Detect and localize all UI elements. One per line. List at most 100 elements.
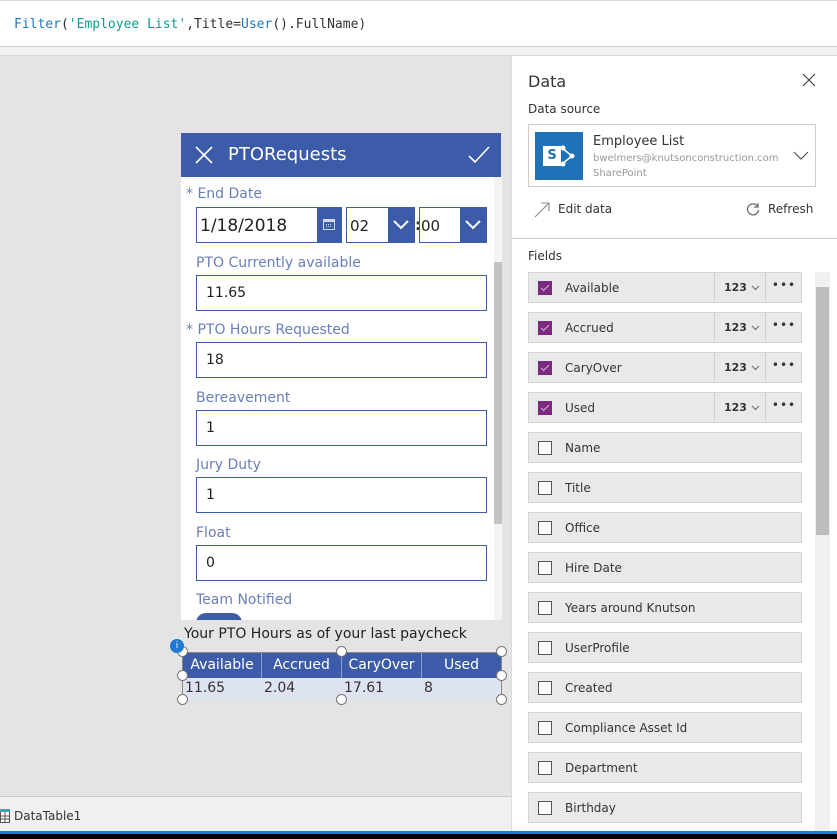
field-item[interactable]: Birthday: [528, 792, 802, 823]
field-item[interactable]: Compliance Asset Id: [528, 712, 802, 743]
column-header[interactable]: Used: [422, 653, 501, 678]
field-type-dropdown[interactable]: 123: [714, 313, 765, 342]
field-item[interactable]: Accrued 123 •••: [528, 312, 802, 343]
chevron-down-icon: [751, 405, 760, 411]
team-notified-toggle[interactable]: [196, 613, 242, 620]
field-name: Available: [565, 281, 620, 295]
formula-text[interactable]: Filter('Employee List',Title=User().Full…: [14, 17, 366, 32]
field-type-dropdown[interactable]: 123: [714, 353, 765, 382]
form-scrollbar-thumb[interactable]: [494, 262, 502, 524]
more-options-icon[interactable]: •••: [765, 353, 802, 382]
field-label: PTO Currently available: [196, 255, 361, 271]
resize-handle[interactable]: [496, 694, 507, 705]
checkmark-icon[interactable]: [468, 146, 490, 164]
arrow-up-right-icon: [534, 202, 550, 218]
field-name: Compliance Asset Id: [565, 721, 688, 735]
field-item[interactable]: Years around Knutson: [528, 592, 802, 623]
field-item[interactable]: CaryOver 123 •••: [528, 352, 802, 383]
source-type: SharePoint: [593, 168, 647, 179]
chevron-down-icon: [751, 365, 760, 371]
column-header[interactable]: Accrued: [262, 653, 342, 678]
field-item[interactable]: Office: [528, 512, 802, 543]
resize-handle[interactable]: [336, 694, 347, 705]
resize-handle[interactable]: [336, 646, 347, 657]
table-cell[interactable]: 17.61: [342, 678, 422, 699]
resize-handle[interactable]: [177, 694, 188, 705]
table-cell[interactable]: 2.04: [262, 678, 342, 699]
chevron-down-icon[interactable]: [793, 151, 809, 161]
info-icon[interactable]: i: [170, 639, 184, 653]
chevron-down-icon[interactable]: [388, 208, 414, 242]
resize-handle[interactable]: [177, 670, 188, 681]
field-item[interactable]: Department: [528, 752, 802, 783]
field-name: Accrued: [565, 321, 614, 335]
field-name: Created: [565, 681, 613, 695]
field-name: Hire Date: [565, 561, 622, 575]
calendar-icon[interactable]: [317, 208, 341, 242]
end-date-label: * End Date: [186, 186, 262, 202]
field-item[interactable]: Available 123 •••: [528, 272, 802, 303]
field-item[interactable]: Name: [528, 432, 802, 463]
checkbox[interactable]: [538, 641, 552, 655]
checkbox[interactable]: [538, 361, 552, 375]
close-icon[interactable]: [195, 146, 213, 164]
checkbox[interactable]: [538, 521, 552, 535]
field-item[interactable]: Created: [528, 672, 802, 703]
formula-bar[interactable]: Filter('Employee List',Title=User().Full…: [0, 0, 837, 47]
checkbox[interactable]: [538, 721, 552, 735]
data-panel: Data Data source S Employee List bwelmer…: [511, 56, 837, 832]
float-input[interactable]: 0: [196, 545, 487, 581]
resize-handle[interactable]: [496, 670, 507, 681]
table-cell[interactable]: 8: [422, 678, 501, 699]
field-label: Bereavement: [196, 390, 291, 406]
more-options-icon[interactable]: •••: [765, 273, 802, 302]
checkbox[interactable]: [538, 561, 552, 575]
table-cell[interactable]: 11.65: [183, 678, 262, 699]
checkbox[interactable]: [538, 601, 552, 615]
data-source-selector[interactable]: S Employee List bwelmers@knutsonconstruc…: [528, 124, 816, 187]
resize-handle[interactable]: [496, 646, 507, 657]
divider: [512, 238, 837, 239]
checkbox[interactable]: [538, 281, 552, 295]
field-name: Office: [565, 521, 601, 535]
more-options-icon[interactable]: •••: [765, 393, 802, 422]
field-item[interactable]: Used 123 •••: [528, 392, 802, 423]
panel-scrollbar-thumb[interactable]: [816, 287, 829, 535]
minute-dropdown[interactable]: 00: [419, 207, 487, 243]
field-name: Birthday: [565, 801, 616, 815]
refresh-button[interactable]: Refresh: [746, 200, 826, 220]
sharepoint-icon: S: [535, 132, 583, 180]
checkbox[interactable]: [538, 761, 552, 775]
field-item[interactable]: Title: [528, 472, 802, 503]
end-date-picker[interactable]: 1/18/2018: [196, 207, 342, 243]
edit-form[interactable]: PTORequests * End Date 1/18/2018 02 : 00…: [181, 133, 501, 620]
checkbox[interactable]: [538, 441, 552, 455]
field-item[interactable]: UserProfile: [528, 632, 802, 663]
bereavement-input[interactable]: 1: [196, 410, 487, 446]
bottom-edge: [0, 834, 837, 839]
field-type-dropdown[interactable]: 123: [714, 273, 765, 302]
more-options-icon[interactable]: •••: [765, 313, 802, 342]
pto-hours-requested-input[interactable]: 18: [196, 342, 487, 378]
chevron-down-icon[interactable]: [460, 208, 486, 242]
checkbox[interactable]: [538, 321, 552, 335]
selected-control[interactable]: DataTable1: [14, 809, 81, 823]
checkbox[interactable]: [538, 401, 552, 415]
field-type-dropdown[interactable]: 123: [714, 393, 765, 422]
field-name: Department: [565, 761, 638, 775]
data-table[interactable]: Available Accrued CaryOver Used 11.65 2.…: [182, 652, 502, 699]
source-name: Employee List: [593, 134, 685, 149]
pto-available-input[interactable]: 11.65: [196, 275, 487, 311]
hour-dropdown[interactable]: 02: [346, 207, 415, 243]
form-header: PTORequests: [181, 133, 501, 177]
checkbox[interactable]: [538, 681, 552, 695]
close-icon[interactable]: [802, 73, 816, 87]
checkbox[interactable]: [538, 801, 552, 815]
field-item[interactable]: Hire Date: [528, 552, 802, 583]
jury-duty-input[interactable]: 1: [196, 477, 487, 513]
column-header[interactable]: Available: [183, 653, 262, 678]
column-header[interactable]: CaryOver: [342, 653, 422, 678]
toolbar-strip: [0, 47, 837, 56]
checkbox[interactable]: [538, 481, 552, 495]
field-name: CaryOver: [565, 361, 622, 375]
